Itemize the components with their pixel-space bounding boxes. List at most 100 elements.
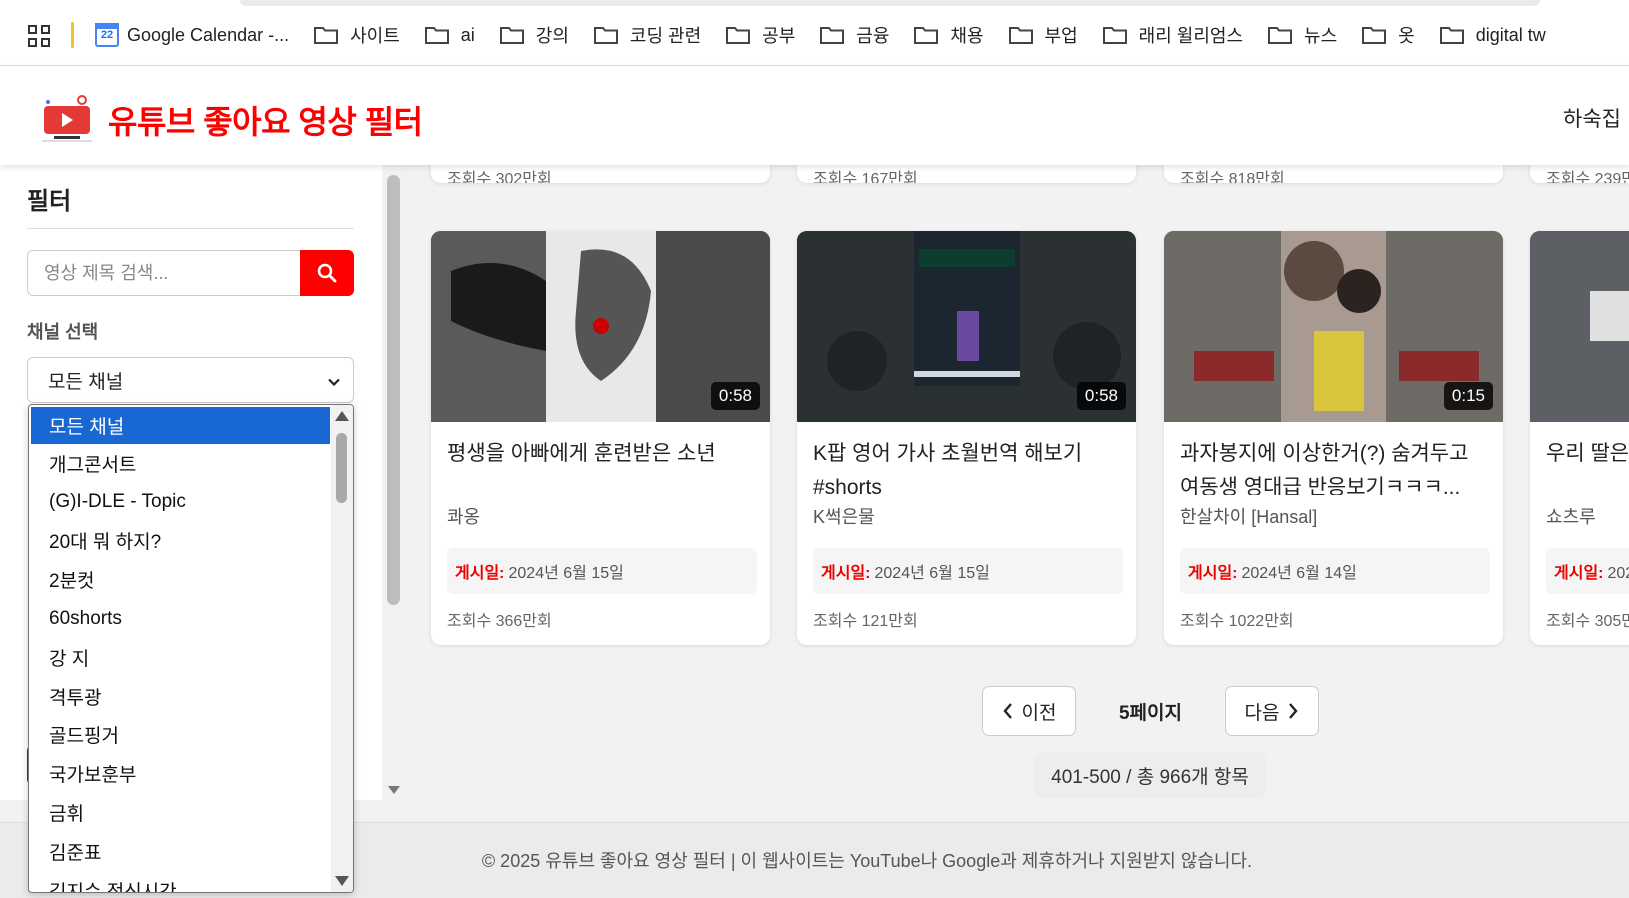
bookmark-folder[interactable]: 래리 윌리엄스 <box>1102 20 1243 50</box>
publish-date-value: 2024년 6월 15일 <box>508 565 624 582</box>
bookmark-label: 옷 <box>1398 26 1415 46</box>
bookmark-label: 공부 <box>762 26 796 46</box>
scroll-down-arrow-icon[interactable] <box>335 876 349 886</box>
user-name: 하숙집 <box>1563 108 1621 131</box>
bookmark-folder[interactable]: 부업 <box>1008 20 1078 50</box>
channel-option[interactable]: 김준표 <box>29 832 332 871</box>
video-thumbnail[interactable] <box>1530 231 1629 422</box>
scroll-down-arrow-icon[interactable] <box>388 786 400 794</box>
channel-option[interactable]: 모든 채널 <box>31 407 330 444</box>
video-title[interactable]: K팝 영어 가사 초월번역 해보기 #shorts <box>813 437 1123 495</box>
bookmark-label: 채용 <box>950 26 984 46</box>
folder-icon <box>424 26 449 44</box>
view-count: 조회수 305만회 <box>1546 613 1629 630</box>
tab-strip-edge <box>240 0 1540 6</box>
video-card[interactable]: 0:15 과자봉지에 이상한거(?) 숨겨두고 여동생 영대급 반응보기ㅋㅋㅋ.… <box>1164 231 1503 645</box>
publish-date-label: 게시일: <box>821 565 871 582</box>
dropdown-scrollbar-thumb[interactable] <box>336 433 347 503</box>
channel-option[interactable]: (G)I-DLE - Topic <box>29 483 332 522</box>
bookmark-folder[interactable]: digital tw <box>1439 20 1546 50</box>
channel-option[interactable]: 20대 뭐 하지? <box>29 522 332 561</box>
video-title[interactable]: 과자봉지에 이상한거(?) 숨겨두고 여동생 영대급 반응보기ㅋㅋㅋ... <box>1180 437 1490 495</box>
channel-option[interactable]: 금휘 <box>29 793 332 832</box>
channel-option[interactable]: 개그콘서트 <box>29 444 332 483</box>
video-card-partial[interactable]: 조회수 239만회 <box>1530 165 1629 183</box>
view-count: 조회수 239만회 <box>1546 171 1629 183</box>
video-card-partial[interactable]: 조회수 818만회 <box>1164 165 1503 183</box>
bookmark-label: Google Calendar -... <box>127 24 290 45</box>
next-page-button[interactable]: 다음 <box>1225 686 1319 736</box>
bookmark-folder[interactable]: 뉴스 <box>1268 20 1337 50</box>
video-card[interactable]: 0:58 K팝 영어 가사 초월번역 해보기 #shorts K썩은물 게시일:… <box>797 231 1136 645</box>
bookmark-label: 강의 <box>535 26 569 46</box>
bookmark-folder[interactable]: 공부 <box>726 20 795 50</box>
bookmark-label: digital tw <box>1475 24 1546 45</box>
bookmark-list: 22 Google Calendar -... 사이트 ai 강의 코딩 관련 … <box>95 20 1571 50</box>
channel-select-value: 모든 채널 <box>48 371 124 393</box>
video-card-partial[interactable]: 조회수 302만회 <box>431 165 770 183</box>
channel-dropdown-list[interactable]: 모든 채널 개그콘서트 (G)I-DLE - Topic 20대 뭐 하지? 2분컷 60… <box>28 404 354 893</box>
channel-option[interactable]: 60shorts <box>29 599 332 638</box>
scroll-up-arrow-icon[interactable] <box>335 411 349 421</box>
channel-option[interactable]: 국가보훈부 <box>29 754 332 793</box>
scrollbar-thumb[interactable] <box>387 175 400 605</box>
pagination: 이전 5페이지 다음 <box>982 686 1319 736</box>
chevron-left-icon <box>1002 703 1012 719</box>
folder-icon <box>1008 26 1033 44</box>
bookmark-google-calendar[interactable]: 22 Google Calendar -... <box>95 20 289 50</box>
prev-page-button[interactable]: 이전 <box>982 686 1076 736</box>
search-input[interactable] <box>27 250 300 296</box>
bookmark-folder[interactable]: 코딩 관련 <box>593 20 702 50</box>
folder-icon <box>1268 26 1293 44</box>
google-calendar-icon: 22 <box>95 23 119 47</box>
dropdown-scrollbar[interactable] <box>331 405 353 892</box>
publish-date: 게시일: 2024년 6월 15일 <box>813 548 1123 594</box>
video-card-partial[interactable]: 조회수 167만회 <box>797 165 1136 183</box>
video-thumbnail[interactable]: 0:58 <box>797 231 1136 422</box>
search-form <box>27 250 354 296</box>
item-count: 401-500 / 총 966개 항목 <box>1034 752 1266 798</box>
app-header: 유튜브 좋아요 영상 필터 하숙집 <box>0 66 1629 165</box>
channel-name[interactable]: 한살차이 [Hansal] <box>1180 503 1317 529</box>
bookmark-folder[interactable]: 금융 <box>820 20 889 50</box>
apps-grid-icon[interactable] <box>28 25 50 47</box>
folder-icon <box>1439 26 1464 44</box>
video-title[interactable]: 우리 딸은 <box>1546 437 1629 495</box>
search-button[interactable] <box>300 250 354 296</box>
video-card[interactable]: 우리 딸은 쇼츠루 게시일:2024년 조회수 305만회 <box>1530 231 1629 645</box>
view-count: 조회수 818만회 <box>1180 171 1285 183</box>
channel-option[interactable]: 격투광 <box>29 677 332 716</box>
bookmark-folder[interactable]: 채용 <box>914 20 984 50</box>
video-card[interactable]: 0:58 평생을 아빠에게 훈련받은 소년 콰옹 게시일: 2024년 6월 15… <box>431 231 770 645</box>
channel-option[interactable]: 골드핑거 <box>29 716 332 755</box>
folder-icon <box>820 26 845 44</box>
channel-options: 모든 채널 개그콘서트 (G)I-DLE - Topic 20대 뭐 하지? 2분컷 60… <box>29 405 332 892</box>
video-thumbnail[interactable]: 0:58 <box>431 231 770 422</box>
filter-heading: 필터 <box>27 188 72 215</box>
app-title[interactable]: 유튜브 좋아요 영상 필터 <box>108 97 423 143</box>
bookmark-label: 사이트 <box>350 26 400 46</box>
bookmark-folder[interactable]: ai <box>424 20 475 50</box>
bookmark-folder[interactable]: 강의 <box>499 20 569 50</box>
channel-select[interactable]: 모든 채널 <box>27 357 354 403</box>
tv-logo-icon[interactable] <box>40 94 94 144</box>
channel-option[interactable]: 강 지 <box>29 638 332 677</box>
publish-date: 게시일: 2024년 6월 14일 <box>1180 548 1490 594</box>
chevron-down-icon <box>327 373 341 395</box>
bookmark-folder[interactable]: 사이트 <box>314 20 400 50</box>
video-thumbnail[interactable]: 0:15 <box>1164 231 1503 422</box>
video-duration: 0:15 <box>1443 382 1493 410</box>
bookmark-label: ai <box>460 24 475 45</box>
video-title[interactable]: 평생을 아빠에게 훈련받은 소년 <box>447 437 757 495</box>
bookmark-label: 뉴스 <box>1304 26 1338 46</box>
bookmark-label: 금융 <box>856 26 890 46</box>
channel-name[interactable]: 쇼츠루 <box>1546 503 1596 529</box>
bookmark-folder[interactable]: 옷 <box>1362 20 1415 50</box>
channel-name[interactable]: K썩은물 <box>813 503 875 529</box>
sidebar-scrollbar[interactable] <box>384 165 404 800</box>
channel-option[interactable]: 김지수 정신시간 <box>29 871 332 892</box>
bookmark-label: 코딩 관련 <box>629 26 702 46</box>
channel-option[interactable]: 2분컷 <box>29 560 332 599</box>
publish-date-label: 게시일: <box>1188 565 1238 582</box>
channel-name[interactable]: 콰옹 <box>447 503 480 529</box>
